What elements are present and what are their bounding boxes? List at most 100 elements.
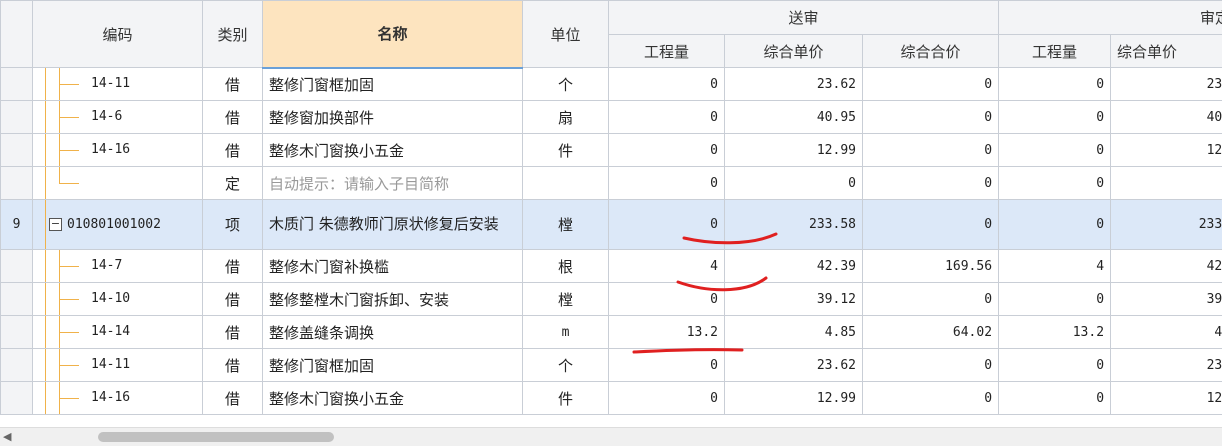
qty-cell[interactable]: 0 bbox=[609, 349, 725, 382]
total-price-header[interactable]: 综合合价 bbox=[863, 35, 999, 68]
unit-price-cell[interactable]: 40.95 bbox=[725, 101, 863, 134]
unit-cell[interactable]: 个 bbox=[523, 68, 609, 101]
total-price-cell[interactable]: 0 bbox=[863, 200, 999, 250]
type-cell[interactable]: 借 bbox=[203, 382, 263, 415]
approve-qty-cell[interactable]: 13.2 bbox=[999, 316, 1111, 349]
approve-qty-cell[interactable]: 0 bbox=[999, 134, 1111, 167]
name-cell[interactable]: 整修木门窗换小五金 bbox=[263, 382, 523, 415]
total-price-cell[interactable]: 0 bbox=[863, 134, 999, 167]
approve-qty-cell[interactable]: 4 bbox=[999, 250, 1111, 283]
approve-unit-price-header[interactable]: 综合单价 bbox=[1111, 35, 1222, 68]
qty-cell[interactable]: 4 bbox=[609, 250, 725, 283]
type-cell[interactable]: 借 bbox=[203, 101, 263, 134]
unit-cell[interactable]: 个 bbox=[523, 349, 609, 382]
code-cell[interactable]: 14-6 bbox=[33, 101, 203, 134]
horizontal-scrollbar[interactable]: ◀ bbox=[0, 427, 1222, 446]
qty-cell[interactable]: 0 bbox=[609, 382, 725, 415]
unit-cell[interactable]: 樘 bbox=[523, 200, 609, 250]
table-row[interactable]: 定 自动提示：请输入子目简称 0 0 0 0 bbox=[1, 167, 1222, 200]
qty-cell[interactable]: 0 bbox=[609, 167, 725, 200]
name-cell[interactable]: 木质门 朱德教师门原状修复后安装 bbox=[263, 200, 523, 250]
unit-header[interactable]: 单位 bbox=[523, 1, 609, 68]
approve-qty-cell[interactable]: 0 bbox=[999, 349, 1111, 382]
total-price-cell[interactable]: 169.56 bbox=[863, 250, 999, 283]
code-cell[interactable]: 14-7 bbox=[33, 250, 203, 283]
unit-price-cell[interactable]: 23.62 bbox=[725, 349, 863, 382]
scrollbar-thumb[interactable] bbox=[98, 432, 334, 442]
total-price-cell[interactable]: 0 bbox=[863, 382, 999, 415]
table-row[interactable]: 14-16 借 整修木门窗换小五金 件 0 12.99 0 0 12. bbox=[1, 134, 1222, 167]
name-cell[interactable]: 整修木门窗换小五金 bbox=[263, 134, 523, 167]
total-price-cell[interactable]: 0 bbox=[863, 283, 999, 316]
code-cell[interactable]: 14-10 bbox=[33, 283, 203, 316]
approve-qty-cell[interactable]: 0 bbox=[999, 101, 1111, 134]
unit-price-cell[interactable]: 39.12 bbox=[725, 283, 863, 316]
table-row[interactable]: 14-7 借 整修木门窗补换槛 根 4 42.39 169.56 4 42. bbox=[1, 250, 1222, 283]
qty-cell[interactable]: 13.2 bbox=[609, 316, 725, 349]
qty-header[interactable]: 工程量 bbox=[609, 35, 725, 68]
qty-cell[interactable]: 0 bbox=[609, 283, 725, 316]
approve-unit-price-cell[interactable]: 23. bbox=[1111, 68, 1222, 101]
type-header[interactable]: 类别 bbox=[203, 1, 263, 68]
table-row[interactable]: 14-11 借 整修门窗框加固 个 0 23.62 0 0 23. bbox=[1, 68, 1222, 101]
table-row[interactable]: 14-10 借 整修整樘木门窗拆卸、安装 樘 0 39.12 0 0 39. bbox=[1, 283, 1222, 316]
unit-price-cell[interactable]: 4.85 bbox=[725, 316, 863, 349]
qty-cell[interactable]: 0 bbox=[609, 134, 725, 167]
name-cell[interactable]: 整修盖缝条调换 bbox=[263, 316, 523, 349]
unit-price-cell[interactable]: 23.62 bbox=[725, 68, 863, 101]
type-cell[interactable]: 借 bbox=[203, 250, 263, 283]
unit-cell[interactable]: m bbox=[523, 316, 609, 349]
total-price-cell[interactable]: 0 bbox=[863, 167, 999, 200]
name-cell[interactable]: 整修木门窗补换槛 bbox=[263, 250, 523, 283]
type-cell[interactable]: 项 bbox=[203, 200, 263, 250]
qty-cell[interactable]: 0 bbox=[609, 68, 725, 101]
name-input-hint[interactable]: 自动提示：请输入子目简称 bbox=[263, 167, 523, 200]
unit-price-header[interactable]: 综合单价 bbox=[725, 35, 863, 68]
collapse-icon[interactable]: − bbox=[49, 218, 62, 231]
scroll-left-icon[interactable]: ◀ bbox=[3, 430, 11, 443]
unit-cell[interactable]: 件 bbox=[523, 382, 609, 415]
name-cell[interactable]: 整修门窗框加固 bbox=[263, 68, 523, 101]
code-cell[interactable]: 14-11 bbox=[33, 68, 203, 101]
type-cell[interactable]: 借 bbox=[203, 283, 263, 316]
approve-unit-price-cell[interactable]: 12. bbox=[1111, 382, 1222, 415]
code-cell[interactable]: 14-16 bbox=[33, 382, 203, 415]
approve-unit-price-cell[interactable]: 233. bbox=[1111, 200, 1222, 250]
unit-price-cell[interactable]: 12.99 bbox=[725, 382, 863, 415]
qty-cell[interactable]: 0 bbox=[609, 200, 725, 250]
approve-qty-cell[interactable]: 0 bbox=[999, 382, 1111, 415]
approve-qty-cell[interactable]: 0 bbox=[999, 167, 1111, 200]
table-row[interactable]: 14-16 借 整修木门窗换小五金 件 0 12.99 0 0 12. bbox=[1, 382, 1222, 415]
code-cell[interactable]: 14-14 bbox=[33, 316, 203, 349]
type-cell[interactable]: 借 bbox=[203, 68, 263, 101]
total-price-cell[interactable]: 0 bbox=[863, 101, 999, 134]
qty-cell[interactable]: 0 bbox=[609, 101, 725, 134]
code-cell[interactable]: 14-16 bbox=[33, 134, 203, 167]
total-price-cell[interactable]: 0 bbox=[863, 349, 999, 382]
total-price-cell[interactable]: 64.02 bbox=[863, 316, 999, 349]
unit-price-cell[interactable]: 233.58 bbox=[725, 200, 863, 250]
unit-cell[interactable]: 樘 bbox=[523, 283, 609, 316]
approve-unit-price-cell[interactable] bbox=[1111, 167, 1222, 200]
unit-cell[interactable]: 件 bbox=[523, 134, 609, 167]
name-cell[interactable]: 整修窗加换部件 bbox=[263, 101, 523, 134]
total-price-cell[interactable]: 0 bbox=[863, 68, 999, 101]
type-cell[interactable]: 借 bbox=[203, 134, 263, 167]
approve-unit-price-cell[interactable]: 40. bbox=[1111, 101, 1222, 134]
approve-unit-price-cell[interactable]: 23. bbox=[1111, 349, 1222, 382]
table-row[interactable]: 14-14 借 整修盖缝条调换 m 13.2 4.85 64.02 13.2 4… bbox=[1, 316, 1222, 349]
approve-unit-price-cell[interactable]: 4. bbox=[1111, 316, 1222, 349]
approve-unit-price-cell[interactable]: 39. bbox=[1111, 283, 1222, 316]
table-row[interactable]: 14-6 借 整修窗加换部件 扇 0 40.95 0 0 40. bbox=[1, 101, 1222, 134]
name-cell[interactable]: 整修整樘木门窗拆卸、安装 bbox=[263, 283, 523, 316]
code-header[interactable]: 编码 bbox=[33, 1, 203, 68]
code-cell[interactable]: 14-11 bbox=[33, 349, 203, 382]
approve-qty-cell[interactable]: 0 bbox=[999, 200, 1111, 250]
table-row-selected[interactable]: 9 −010801001002 项 木质门 朱德教师门原状修复后安装 樘 0 2… bbox=[1, 200, 1222, 250]
type-cell[interactable]: 定 bbox=[203, 167, 263, 200]
table-row[interactable]: 14-11 借 整修门窗框加固 个 0 23.62 0 0 23. bbox=[1, 349, 1222, 382]
name-header[interactable]: 名称 bbox=[263, 1, 523, 68]
type-cell[interactable]: 借 bbox=[203, 349, 263, 382]
unit-price-cell[interactable]: 12.99 bbox=[725, 134, 863, 167]
code-cell[interactable] bbox=[33, 167, 203, 200]
